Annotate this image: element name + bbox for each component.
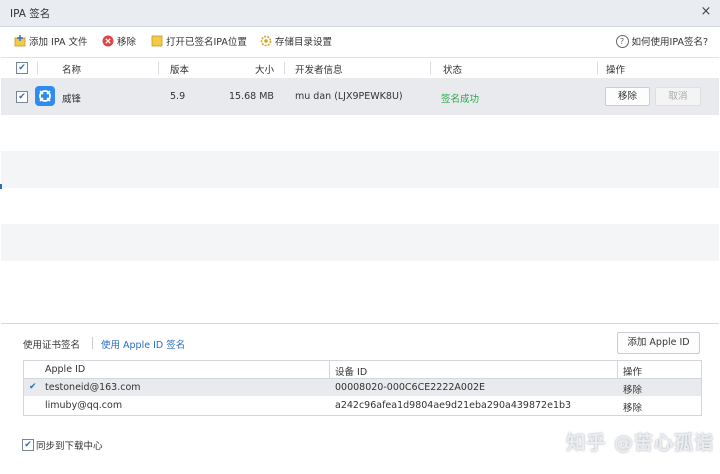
open-folder-label: 打开已签名IPA位置 xyxy=(166,37,247,48)
row-remove-button[interactable]: 移除 xyxy=(605,87,650,106)
watermark: 知乎 @苦心孤诣 xyxy=(566,432,714,454)
row-name: 威锋 xyxy=(62,94,82,105)
apple-id-remove-link[interactable]: 移除 xyxy=(623,382,642,396)
row-cancel-button[interactable]: 取消 xyxy=(655,87,701,106)
col-action: 操作 xyxy=(606,65,626,76)
open-folder-button[interactable]: 打开已签名IPA位置 xyxy=(151,34,247,48)
device-id-value: 00008020-000C6CE2222A002E xyxy=(335,382,486,393)
question-icon: ? xyxy=(615,34,629,48)
col-name: 名称 xyxy=(62,65,82,76)
help-link[interactable]: ? 如何使用IPA签名? xyxy=(615,34,708,48)
apple-id-value: testoneid@163.com xyxy=(45,382,141,393)
storage-settings-button[interactable]: 存储目录设置 xyxy=(260,34,332,48)
gear-icon xyxy=(260,35,272,47)
apple-id-value: limuby@qq.com xyxy=(45,400,123,411)
empty-row xyxy=(1,115,719,152)
col-size: 大小 xyxy=(255,65,275,76)
remove-button[interactable]: 移除 xyxy=(102,34,136,48)
select-all-checkbox[interactable]: ✔ xyxy=(16,62,28,74)
remove-icon xyxy=(102,35,114,47)
col-device-id: 设备 ID xyxy=(335,367,368,378)
selected-check-icon: ✔ xyxy=(29,382,37,392)
empty-row xyxy=(1,188,719,225)
add-ipa-label: 添加 IPA 文件 xyxy=(29,37,88,48)
tab-appleid-sign[interactable]: 使用 Apple ID 签名 xyxy=(101,337,185,351)
app-icon xyxy=(35,86,55,106)
sync-label: 同步到下载中心 xyxy=(36,441,103,452)
window-edge-marker xyxy=(0,184,2,189)
col-status: 状态 xyxy=(443,65,463,76)
storage-settings-label: 存储目录设置 xyxy=(275,37,333,48)
feng-logo-icon xyxy=(39,90,51,102)
folder-icon xyxy=(151,35,163,47)
table-row[interactable]: limuby@qq.com a242c96afea1d9804ae9d21eba… xyxy=(24,397,701,414)
apple-id-remove-link[interactable]: 移除 xyxy=(623,400,642,414)
close-icon[interactable]: × xyxy=(698,4,714,20)
window-title: IPA 签名 xyxy=(10,8,51,20)
remove-label: 移除 xyxy=(117,37,137,48)
empty-row xyxy=(1,261,719,298)
file-table-header: ✔ 名称 版本 大小 开发者信息 状态 操作 xyxy=(1,57,719,79)
col-apple-id: Apple ID xyxy=(45,364,86,375)
empty-row xyxy=(1,151,719,188)
add-file-icon xyxy=(14,35,26,47)
apple-id-table: Apple ID 设备 ID 操作 ✔ testoneid@163.com 00… xyxy=(23,360,702,416)
apple-id-table-header: Apple ID 设备 ID 操作 xyxy=(24,361,701,379)
col-version: 版本 xyxy=(170,65,190,76)
add-ipa-button[interactable]: 添加 IPA 文件 xyxy=(14,34,87,48)
device-id-value: a242c96afea1d9804ae9d21eba290a439872e1b3 xyxy=(335,400,572,411)
table-row[interactable]: ✔ 威锋 5.9 15.68 MB mu dan (LJX9PEWK8U) 签名… xyxy=(1,78,719,115)
help-label: 如何使用IPA签名? xyxy=(631,37,708,48)
row-checkbox[interactable]: ✔ xyxy=(16,91,28,103)
file-table-body: ✔ 威锋 5.9 15.68 MB mu dan (LJX9PEWK8U) 签名… xyxy=(1,78,719,297)
col-apple-action: 操作 xyxy=(623,367,643,378)
title-bar: IPA 签名 × xyxy=(0,0,720,27)
empty-row xyxy=(1,224,719,261)
row-size: 15.68 MB xyxy=(229,91,274,102)
add-apple-id-button[interactable]: 添加 Apple ID xyxy=(617,332,700,354)
toolbar: 添加 IPA 文件 移除 打开已签名IPA位置 存储目录设置 ? 如何使用IPA… xyxy=(0,27,720,55)
col-developer: 开发者信息 xyxy=(295,65,343,76)
row-developer: mu dan (LJX9PEWK8U) xyxy=(295,91,403,102)
row-status: 签名成功 xyxy=(441,94,480,105)
sync-checkbox[interactable]: ✔ xyxy=(22,439,34,451)
row-version: 5.9 xyxy=(170,91,186,102)
table-row[interactable]: ✔ testoneid@163.com 00008020-000C6CE2222… xyxy=(24,379,701,396)
tab-cert-sign[interactable]: 使用证书签名 xyxy=(23,337,80,351)
